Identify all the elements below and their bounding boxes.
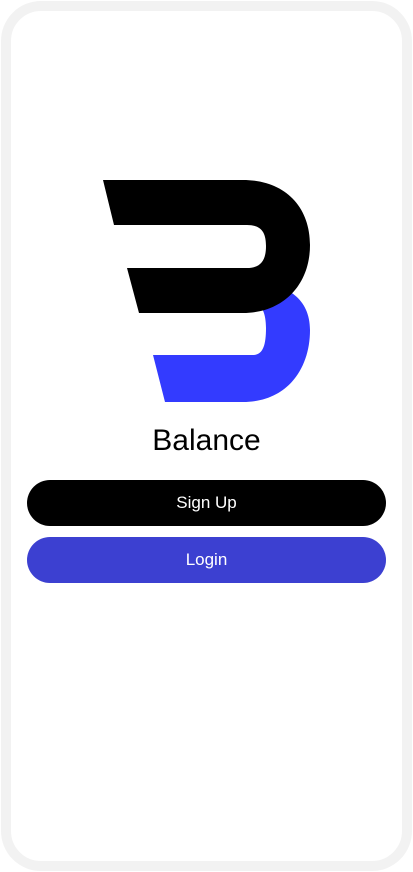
app-title: Balance: [152, 424, 261, 457]
balance-logo-icon: [103, 180, 310, 402]
sign-up-button[interactable]: Sign Up: [27, 480, 386, 526]
logo-upper-stroke: [103, 180, 310, 313]
device-screen: Balance Sign Up Login: [0, 0, 413, 872]
login-button[interactable]: Login: [27, 537, 386, 583]
